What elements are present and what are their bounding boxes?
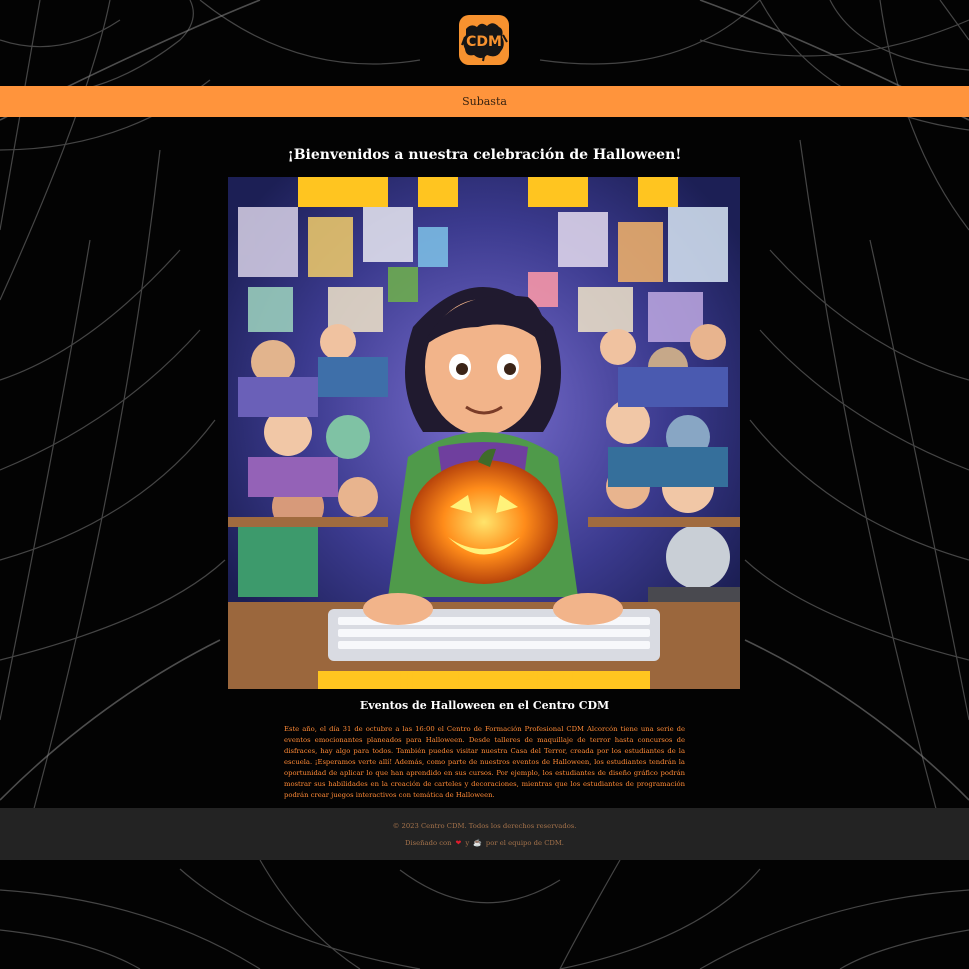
footer-copyright: © 2023 Centro CDM. Todos los derechos re… (392, 822, 577, 830)
hero-banner-text: HALLOWEEN (393, 668, 575, 689)
heart-icon: ❤ (455, 839, 462, 847)
events-description: Este año, el día 31 de octubre a las 16:… (284, 725, 685, 799)
events-title: Eventos de Halloween en el Centro CDM (359, 699, 610, 712)
footer-made-prefix: Diseñado con (405, 839, 452, 847)
logo[interactable]: CDM (459, 15, 509, 65)
hero-image: HALLOWEEN (228, 177, 740, 689)
coffee-icon: ☕ (473, 839, 482, 847)
navbar: Subasta (0, 86, 969, 117)
page: CDM Subasta ¡Bienvenidos a nuestra celeb… (0, 0, 969, 969)
logo-text: CDM (466, 34, 502, 50)
nav-item-subasta[interactable]: Subasta (462, 95, 507, 108)
footer-credits: Diseñado con ❤ y ☕ por el equipo de CDM. (0, 839, 969, 847)
cdm-logo-icon: CDM (459, 15, 509, 65)
footer-made-and: y (465, 839, 470, 847)
welcome-title: ¡Bienvenidos a nuestra celebración de Ha… (287, 147, 682, 163)
footer-made-suffix: por el equipo de CDM. (485, 839, 564, 847)
footer: © 2023 Centro CDM. Todos los derechos re… (0, 808, 969, 860)
